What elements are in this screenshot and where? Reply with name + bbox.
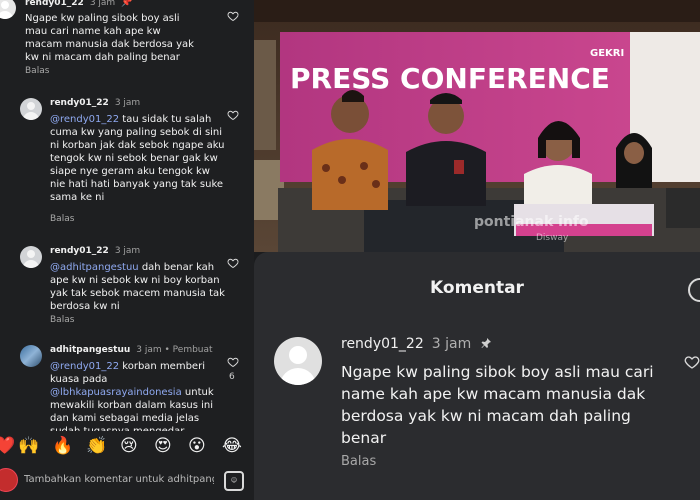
comment-compose-bar: Tambahkan komentar untuk adhitpang ☺: [0, 462, 254, 500]
mention-link[interactable]: @lbhkapuasrayaindonesia: [50, 387, 182, 398]
crying-emoji-button[interactable]: 😢: [120, 434, 138, 458]
fire-emoji-button[interactable]: 🔥: [52, 434, 73, 458]
watermark: pontianak info: [474, 214, 589, 230]
reply-button[interactable]: Balas: [50, 214, 74, 224]
raised-hands-emoji-button[interactable]: 🙌: [18, 434, 39, 458]
comment-meta: rendy01_22 3 jam: [50, 246, 140, 256]
comment-username[interactable]: adhitpangestuu: [50, 345, 130, 355]
reply-button[interactable]: Balas: [341, 454, 376, 469]
comment-text: Ngape kw paling sibok boy asli mau cari …: [25, 13, 194, 63]
comment-text: Ngape kw paling sibok boy asli mau cari …: [341, 363, 654, 447]
comment-meta: rendy01_22 3 jam: [50, 98, 140, 108]
heart-eyes-emoji-button[interactable]: 😍: [154, 434, 172, 458]
heart-emoji-button[interactable]: ❤️: [0, 434, 15, 458]
svg-text:Disway: Disway: [536, 233, 569, 243]
avatar[interactable]: [20, 345, 42, 367]
heart-icon[interactable]: [227, 10, 239, 22]
press-conference-photo: GEKRI PRESS CONFERENCE pontianak info Di…: [254, 0, 700, 252]
comment-time: 3 jam: [136, 345, 162, 355]
comment-text: @rendy01_22 tau sidak tu salah cuma kw y…: [50, 113, 226, 204]
comment-username[interactable]: rendy01_22: [341, 336, 424, 352]
emoji-reaction-bar: ❤️ 🙌 🔥 👏 😢 😍 😮 😂: [0, 434, 254, 460]
comment-item: adhitpangestuu 3 jam • Pembuat @rendy01_2…: [0, 343, 254, 431]
comment-meta: rendy01_22 3 jam 📌: [25, 0, 132, 8]
sticker-icon[interactable]: ☺: [224, 471, 244, 491]
comment-time: 3 jam: [431, 336, 472, 352]
comment-meta: rendy01_22 3 jam: [341, 336, 492, 352]
comment-sheet: Komentar rendy01_22 3 jam Ngape kw paling…: [254, 252, 700, 500]
laughing-emoji-button[interactable]: 😂: [222, 434, 242, 458]
clap-emoji-button[interactable]: 👏: [86, 434, 107, 458]
comment-username[interactable]: rendy01_22: [25, 0, 84, 8]
heart-icon[interactable]: [227, 109, 239, 121]
share-icon[interactable]: [688, 278, 700, 302]
comment-text: @rendy01_22 korban memberi kuasa pada @l…: [50, 360, 226, 431]
reply-button[interactable]: Balas: [25, 66, 49, 76]
comment-username[interactable]: rendy01_22: [50, 98, 109, 108]
avatar[interactable]: [274, 337, 322, 385]
like-count: 6: [229, 372, 235, 382]
svg-text:GEKRI: GEKRI: [590, 48, 624, 59]
my-avatar: [0, 468, 18, 492]
comment-text: @adhitpangestuu dah benar kah ape kw ni …: [50, 261, 226, 313]
comment-meta: adhitpangestuu 3 jam • Pembuat: [50, 345, 213, 355]
avatar[interactable]: [20, 98, 42, 120]
surprised-emoji-button[interactable]: 😮: [188, 434, 206, 458]
mention-link[interactable]: @rendy01_22: [50, 114, 119, 125]
heart-icon[interactable]: [227, 257, 239, 269]
avatar[interactable]: [0, 0, 16, 19]
sheet-title: Komentar: [430, 278, 524, 298]
comment-input[interactable]: Tambahkan komentar untuk adhitpang: [24, 474, 214, 485]
pin-icon: 📌: [121, 0, 133, 8]
mention-link[interactable]: @rendy01_22: [50, 361, 119, 372]
photo-illustration: GEKRI PRESS CONFERENCE pontianak info Di…: [254, 0, 700, 252]
pin-icon: [481, 338, 491, 348]
banner-headline: PRESS CONFERENCE: [290, 62, 610, 95]
reply-button[interactable]: Balas: [50, 315, 74, 325]
comment-time: 3 jam: [114, 246, 141, 256]
comment-time: 3 jam: [89, 0, 116, 8]
author-badge: • Pembuat: [164, 345, 213, 355]
comment-body: tau sidak tu salah cuma kw yang paling s…: [50, 114, 225, 203]
comment-username[interactable]: rendy01_22: [50, 246, 109, 256]
mention-link[interactable]: @adhitpangestuu: [50, 262, 139, 273]
comment-time: 3 jam: [114, 98, 141, 108]
avatar[interactable]: [20, 246, 42, 268]
heart-icon[interactable]: [684, 354, 700, 370]
left-comment-panel: rendy01_22 3 jam 📌 Ngape kw paling sibok …: [0, 0, 254, 500]
heart-icon[interactable]: [227, 356, 239, 368]
